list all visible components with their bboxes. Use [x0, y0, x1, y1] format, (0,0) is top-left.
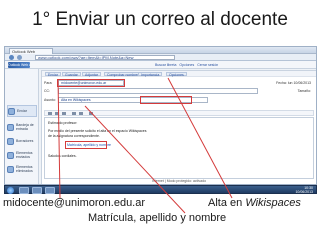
status-footer: Internet | Modo protegido: activado — [151, 179, 207, 183]
sidebar-item-sent[interactable]: Elementos enviados — [7, 149, 37, 161]
size-label: Tamaño: — [297, 89, 311, 93]
clock-date: 10/06/2013 — [295, 189, 313, 194]
cc-field[interactable] — [58, 88, 258, 94]
cc-row: CC: Tamaño: — [44, 88, 314, 94]
body-line: Por medio del presente solicito el alta … — [48, 129, 147, 133]
save-button[interactable]: Guardar — [62, 72, 81, 77]
caption-wiki-prefix: Alta en — [208, 197, 246, 209]
windows-taskbar: 10:30 10/06/2013 — [4, 185, 317, 194]
app-logo: Outlook Web App — [8, 62, 30, 68]
compose-toolbar: Enviar Guardar Adjuntar Comprobar nombre… — [42, 71, 316, 77]
font-color-icon[interactable] — [89, 112, 93, 115]
app-header: Outlook Web App Buscar libreta Opciones … — [5, 61, 316, 69]
header-link-address-book[interactable]: Buscar libreta — [155, 62, 176, 68]
folder-app-icon[interactable] — [32, 187, 42, 194]
sidebar-item-label: Enviar — [17, 109, 27, 113]
media-app-icon[interactable] — [45, 187, 55, 194]
sidebar-item-label: Borradores — [16, 139, 34, 143]
body-line: de la asignatura correspondiente. — [48, 134, 100, 138]
bold-icon[interactable] — [48, 112, 52, 115]
browser-toolbar: www.outlook.com/owa/?ae=Item&t=IPM.Note&… — [5, 54, 316, 61]
to-highlight — [57, 79, 125, 87]
header-link-sign-out[interactable]: Cerrar sesión — [197, 62, 218, 68]
trash-icon — [7, 165, 14, 173]
subject-label: Asunto: — [44, 98, 56, 102]
date-value: lun 10/06/2013 — [287, 81, 311, 85]
email-client-screenshot: Outlook Web www.outlook.com/owa/?ae=Item… — [4, 46, 317, 185]
send-button[interactable]: Enviar — [45, 72, 61, 77]
sidebar-item-deleted[interactable]: Elementos eliminados — [7, 163, 37, 175]
compose-window: Enviar Guardar Adjuntar Comprobar nombre… — [41, 70, 316, 184]
sidebar-item-label: Bandeja de entrada — [16, 123, 34, 131]
options-button[interactable]: Opciones — [166, 72, 187, 77]
bullet-list-icon[interactable] — [72, 112, 76, 115]
sidebar-item-send[interactable]: Enviar — [7, 105, 37, 117]
start-button-icon[interactable] — [7, 187, 14, 194]
forward-icon[interactable] — [17, 55, 22, 60]
sidebar-item-inbox[interactable]: Bandeja de entrada — [7, 121, 37, 133]
address-bar[interactable]: www.outlook.com/owa/?ae=Item&t=IPM.Note&… — [35, 55, 175, 60]
sidebar-item-drafts[interactable]: Borradores — [7, 135, 37, 147]
sidebar-item-label: Elementos enviados — [16, 151, 33, 159]
browser-app-icon[interactable] — [19, 187, 29, 194]
body-line: Saludos cordiales. — [48, 154, 77, 158]
italic-icon[interactable] — [55, 112, 59, 115]
caption-wiki: Alta en Wikispaces — [208, 197, 301, 209]
check-names-button[interactable]: Comprobar nombres — [104, 72, 143, 77]
caption-email: midocente@unimoron.edu.ar — [3, 197, 146, 209]
date-label: Fecha: lun 10/06/2013 — [276, 81, 311, 85]
numbered-list-icon[interactable] — [79, 112, 83, 115]
subject-highlight — [140, 96, 192, 104]
message-body[interactable]: Estimado profesor: Por medio del present… — [44, 117, 314, 179]
date-label-text: Fecha: — [276, 81, 287, 85]
body-line: Estimado profesor: — [48, 121, 78, 125]
signature-highlight — [65, 141, 107, 149]
system-clock: 10:30 10/06/2013 — [295, 186, 313, 194]
underline-icon[interactable] — [62, 112, 66, 115]
caption-wiki-emphasis: Wikispaces — [245, 197, 301, 209]
send-icon — [8, 107, 15, 115]
drafts-icon — [7, 137, 14, 145]
sent-icon — [7, 151, 14, 159]
cc-label: CC: — [44, 89, 51, 93]
header-link-options[interactable]: Opciones — [179, 62, 194, 68]
slide-title: 1° Enviar un correo al docente — [32, 9, 288, 30]
importance-button[interactable]: Importancia — [138, 72, 163, 77]
inbox-icon — [7, 123, 14, 131]
caption-matricula: Matrícula, apellido y nombre — [88, 212, 227, 224]
attach-button[interactable]: Adjuntar — [82, 72, 102, 77]
back-icon[interactable] — [9, 55, 14, 60]
header-links: Buscar libreta Opciones Cerrar sesión — [155, 62, 218, 68]
sidebar: Enviar Bandeja de entrada Borradores Ele… — [5, 69, 39, 184]
to-label: Para: — [44, 81, 53, 85]
sidebar-item-label: Elementos eliminados — [16, 165, 33, 173]
browser-tab-strip: Outlook Web — [5, 47, 316, 54]
formatting-toolbar — [44, 110, 314, 116]
